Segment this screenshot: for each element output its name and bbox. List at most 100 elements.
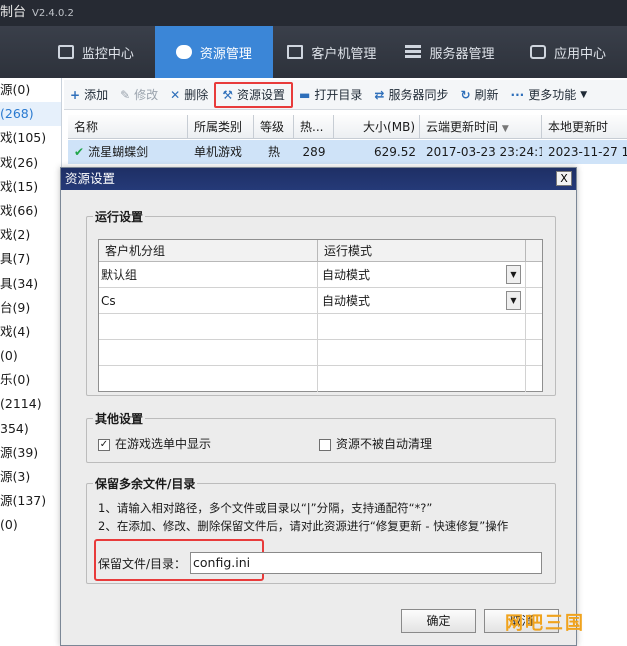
sync-icon: ⇄ <box>374 87 385 102</box>
server-icon <box>405 45 422 59</box>
add-button[interactable]: + 添加 <box>64 82 114 108</box>
refresh-button[interactable]: ↻ 刷新 <box>454 82 504 108</box>
checkbox-unchecked-icon[interactable] <box>319 438 331 451</box>
dialog-title-bar: 资源设置 X <box>61 168 576 190</box>
list-item[interactable]: 戏(2) <box>0 223 61 247</box>
tab-server-management[interactable]: 服务器管理 <box>391 26 509 78</box>
app-version: V2.4.0.2 <box>32 8 74 19</box>
list-item[interactable]: (0) <box>0 344 61 368</box>
tab-resource-management[interactable]: 资源管理 <box>154 26 273 78</box>
chevron-down-icon: ▼ <box>580 89 588 100</box>
cell-name: ✔ 流星蝴蝶剑 <box>74 145 149 159</box>
grid-header: 客户机分组 运行模式 <box>99 240 542 262</box>
dropdown-arrow-icon[interactable]: ▼ <box>506 265 521 284</box>
delete-button[interactable]: ✕ 删除 <box>164 82 214 108</box>
run-mode-select[interactable]: 自动模式 ▼ <box>318 262 526 287</box>
list-item[interactable]: (2114) <box>0 392 61 416</box>
list-item[interactable]: 戏(26) <box>0 151 61 175</box>
tab-app-center[interactable]: 应用中心 <box>509 26 627 78</box>
column-local-update[interactable]: 本地更新时 <box>542 115 627 138</box>
grid-row[interactable]: 默认组 自动模式 ▼ <box>99 262 542 288</box>
grid-row-empty <box>99 366 542 392</box>
dropdown-arrow-icon[interactable]: ▼ <box>506 291 521 310</box>
column-cloud-update[interactable]: 云端更新时间 ▼ <box>420 115 542 138</box>
column-client-group: 客户机分组 <box>99 240 318 261</box>
list-item[interactable]: 戏(15) <box>0 175 61 199</box>
no-auto-clean-checkbox[interactable]: 资源不被自动清理 <box>319 435 432 452</box>
resource-settings-button[interactable]: ⚒ 资源设置 <box>214 81 294 108</box>
cell-local-update: 2023-11-27 16 <box>548 145 627 159</box>
more-functions-button[interactable]: ··· 更多功能 ▼ <box>505 82 594 108</box>
resource-settings-dialog: 资源设置 X 运行设置 客户机分组 运行模式 默认组 自动模式 ▼ Cs 自动模式… <box>60 167 577 646</box>
list-item[interactable]: 戏(105) <box>0 126 61 150</box>
title-bar: 制台 V2.4.0.2 <box>0 0 627 26</box>
grid-row[interactable]: Cs 自动模式 ▼ <box>99 288 542 314</box>
server-sync-button[interactable]: ⇄ 服务器同步 <box>368 82 454 108</box>
list-item[interactable]: 354) <box>0 417 61 441</box>
other-settings-label: 其他设置 <box>93 410 146 427</box>
list-item[interactable]: 戏(66) <box>0 199 61 223</box>
run-mode-select[interactable]: 自动模式 ▼ <box>318 288 526 313</box>
cell-group: 默认组 <box>99 262 318 287</box>
cell-hot: 289 <box>302 145 326 159</box>
show-in-menu-checkbox[interactable]: ✓ 在游戏选单中显示 <box>98 435 211 452</box>
keep-files-input[interactable]: config.ini <box>190 552 542 574</box>
checkbox-checked-icon[interactable]: ✓ <box>98 438 110 451</box>
cell-group: Cs <box>99 288 318 313</box>
grid-row-empty <box>99 314 542 340</box>
list-item[interactable]: (268) <box>0 102 61 127</box>
cell-level: 热 <box>267 145 280 159</box>
keep-files-label: 保留多余文件/目录 <box>93 475 198 492</box>
list-item[interactable]: 源(39) <box>0 441 61 465</box>
list-item[interactable]: 台(9) <box>0 296 61 320</box>
plus-icon: + <box>70 87 81 102</box>
tab-client-management[interactable]: 客户机管理 <box>273 26 391 78</box>
app-icon <box>530 45 546 59</box>
hint-line-2: 2、在添加、修改、删除保留文件后，请对此资源进行“修复更新 - 快速修复”操作 <box>98 519 509 533</box>
column-size[interactable]: 大小(MB) <box>334 115 420 138</box>
open-directory-button[interactable]: ▬ 打开目录 <box>293 82 368 108</box>
client-icon <box>287 45 304 59</box>
folder-icon: ▬ <box>299 87 311 102</box>
list-item[interactable]: 乐(0) <box>0 368 61 392</box>
list-item[interactable]: 源(0) <box>0 78 61 102</box>
resource-toolbar: + 添加 ✎ 修改 ✕ 删除 ⚒ 资源设置 ▬ 打开目录 ⇄ 服务器同步 ↻ 刷新 ··· 更多… <box>64 80 627 110</box>
app-title: 制台 <box>0 5 27 20</box>
cell-category: 单机游戏 <box>194 145 243 159</box>
hint-line-1: 1、请输入相对路径，多个文件或目录以“|”分隔，支持通配符“*?” <box>98 501 433 515</box>
checkmark-icon: ✔ <box>74 145 85 159</box>
list-item[interactable]: 源(3) <box>0 465 61 489</box>
list-item[interactable]: 源(137) <box>0 489 61 513</box>
ok-button[interactable]: 确定 <box>401 609 476 633</box>
more-icon: ··· <box>510 87 525 102</box>
main-nav: 监控中心 资源管理 客户机管理 服务器管理 应用中心 <box>0 26 627 78</box>
tab-monitor[interactable]: 监控中心 <box>37 26 155 78</box>
run-settings-label: 运行设置 <box>93 208 146 225</box>
column-hot[interactable]: 热... <box>294 115 334 138</box>
run-settings-group: 运行设置 客户机分组 运行模式 默认组 自动模式 ▼ Cs 自动模式 ▼ <box>86 208 556 396</box>
list-item[interactable]: 具(7) <box>0 247 61 271</box>
cell-cloud-update: 2017-03-23 23:24:10 <box>426 145 542 159</box>
column-category[interactable]: 所属类别 <box>188 115 254 138</box>
list-item[interactable]: 戏(4) <box>0 320 61 344</box>
other-settings-group: 其他设置 ✓ 在游戏选单中显示 资源不被自动清理 <box>86 410 556 463</box>
keep-files-field-label: 保留文件/目录： <box>98 557 187 571</box>
close-button[interactable]: X <box>556 171 572 186</box>
column-name[interactable]: 名称 <box>68 115 188 138</box>
edit-button[interactable]: ✎ 修改 <box>114 82 164 108</box>
column-level[interactable]: 等级 <box>254 115 294 138</box>
list-item[interactable]: (0) <box>0 513 61 537</box>
cell-size: 629.52 <box>374 145 416 159</box>
table-header: 名称 所属类别 等级 热... 大小(MB) 云端更新时间 ▼ 本地更新时 <box>68 115 627 139</box>
list-item[interactable]: 具(34) <box>0 272 61 296</box>
column-run-mode: 运行模式 <box>318 240 526 261</box>
table-row[interactable]: ✔ 流星蝴蝶剑 单机游戏 热 289 629.52 2017-03-23 23:2… <box>68 140 627 164</box>
dialog-title: 资源设置 <box>65 171 116 186</box>
run-settings-grid: 客户机分组 运行模式 默认组 自动模式 ▼ Cs 自动模式 ▼ <box>98 239 543 392</box>
keep-files-group: 保留多余文件/目录 1、请输入相对路径，多个文件或目录以“|”分隔，支持通配符“… <box>86 475 556 584</box>
delete-icon: ✕ <box>170 87 181 102</box>
watermark-logo: 网吧三国 <box>505 613 585 634</box>
wrench-icon: ⚒ <box>222 87 233 102</box>
sort-icon: ▼ <box>501 124 509 134</box>
monitor-icon <box>57 45 74 59</box>
